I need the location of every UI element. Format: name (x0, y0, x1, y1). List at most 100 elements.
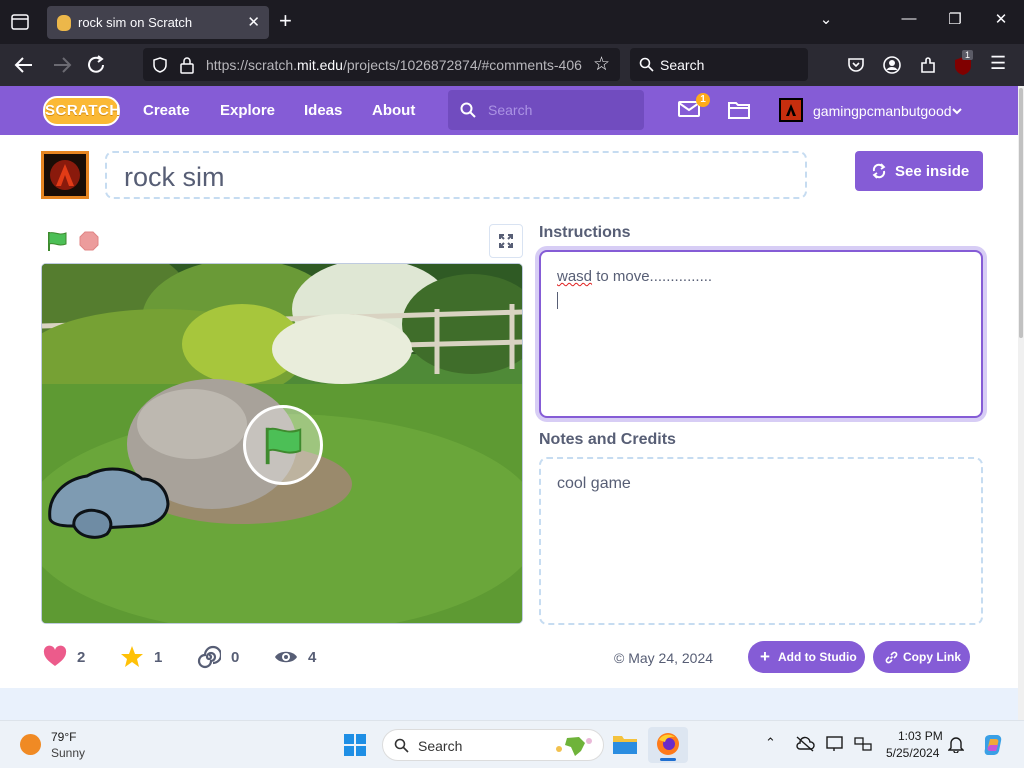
scratch-logo[interactable]: SCRATCH (43, 96, 120, 126)
extensions-icon[interactable] (918, 55, 938, 75)
star-icon (121, 646, 143, 667)
scrollbar-thumb[interactable] (1019, 88, 1023, 338)
network-icon[interactable] (853, 735, 873, 753)
see-inside-label: See inside (895, 163, 970, 180)
browser-search-placeholder: Search (660, 57, 705, 73)
browser-tab-bar: rock sim on Scratch ✕ + ⌄ — ❐ ✕ (0, 0, 1024, 44)
tab-close-icon[interactable]: ✕ (247, 13, 260, 31)
search-highlight-africa-icon (556, 737, 592, 756)
notification-bell-icon[interactable] (948, 735, 964, 753)
project-title-field[interactable]: rock sim (105, 151, 807, 199)
project-stage[interactable] (41, 263, 523, 624)
tab-overflow-chevron-icon[interactable]: ⌄ (813, 10, 839, 34)
close-window-icon[interactable]: ✕ (988, 10, 1014, 34)
chevron-down-icon[interactable] (951, 106, 963, 116)
sun-weather-icon[interactable] (20, 734, 41, 755)
restore-icon[interactable]: ❐ (942, 10, 968, 34)
clock-date[interactable]: 5/25/2024 (886, 746, 939, 760)
firefox-icon (657, 733, 679, 755)
link-icon (885, 651, 898, 664)
ublock-extension-icon[interactable]: 1 (954, 50, 974, 76)
author-avatar-glyph-icon (50, 160, 80, 190)
favorite-count: 1 (154, 649, 163, 666)
windows-start-icon[interactable] (343, 733, 367, 757)
notes-heading: Notes and Credits (539, 431, 676, 448)
tray-overflow-chevron-icon[interactable]: ⌃ (765, 735, 776, 751)
back-arrow-icon[interactable] (12, 54, 36, 76)
fullscreen-expand-icon (499, 234, 513, 248)
project-date: © May 24, 2024 (614, 650, 714, 666)
pocket-icon[interactable] (846, 55, 866, 75)
nav-ideas[interactable]: Ideas (304, 102, 342, 119)
minimize-icon[interactable]: — (896, 10, 922, 34)
browser-navigation-bar: https://scratch.mit.edu/projects/1026872… (0, 44, 1024, 86)
url-text: https://scratch.mit.edu/projects/1026872… (206, 57, 582, 73)
tab-list-icon[interactable] (8, 10, 32, 34)
copy-link-button[interactable]: Copy Link (873, 641, 970, 673)
stage-green-flag-overlay[interactable] (243, 405, 323, 485)
search-icon (394, 738, 409, 753)
favorite-stat[interactable]: 1 (120, 645, 170, 669)
clock-time[interactable]: 1:03 PM (898, 729, 943, 743)
love-count: 2 (77, 649, 86, 666)
browser-tab-active[interactable]: rock sim on Scratch ✕ (47, 6, 269, 39)
instructions-heading: Instructions (539, 224, 631, 241)
search-icon (639, 57, 654, 72)
firefox-taskbar-button[interactable] (648, 727, 688, 763)
forward-arrow-icon[interactable] (50, 54, 74, 76)
account-icon[interactable] (882, 55, 902, 75)
new-tab-icon[interactable]: + (279, 9, 292, 33)
project-author-avatar[interactable] (41, 151, 89, 199)
active-app-indicator (660, 758, 676, 761)
views-count: 4 (308, 649, 317, 666)
nav-create[interactable]: Create (143, 102, 190, 119)
remix-spiral-icon (197, 645, 221, 669)
instructions-text: wasd to move............... (557, 268, 713, 285)
fullscreen-button[interactable] (489, 224, 523, 258)
weather-condition[interactable]: Sunny (51, 746, 85, 760)
extension-badge: 1 (962, 50, 974, 60)
browser-search-field[interactable]: Search (630, 48, 808, 81)
shield-icon[interactable] (151, 56, 169, 74)
tab-title: rock sim on Scratch (78, 15, 193, 30)
weather-temperature[interactable]: 79°F (51, 730, 76, 744)
add-to-studio-button[interactable]: + Add to Studio (748, 641, 865, 673)
views-stat: 4 (274, 645, 324, 669)
scratch-search-placeholder: Search (488, 102, 533, 118)
taskbar-search[interactable]: Search (382, 729, 604, 761)
notes-text: cool game (557, 475, 631, 492)
scratch-search-input[interactable]: Search (448, 90, 644, 130)
taskbar-search-placeholder: Search (418, 738, 463, 754)
lock-icon[interactable] (179, 56, 195, 74)
hamburger-menu-icon[interactable]: ☰ (990, 53, 1006, 74)
nav-explore[interactable]: Explore (220, 102, 275, 119)
display-icon[interactable] (826, 735, 846, 753)
instructions-textarea[interactable]: wasd to move............... (539, 250, 983, 418)
search-icon (460, 102, 476, 118)
copilot-icon[interactable] (981, 733, 1005, 757)
cloud-offline-icon[interactable] (795, 736, 815, 752)
copy-link-label: Copy Link (903, 650, 962, 664)
heart-icon (43, 645, 67, 666)
messages-count-badge: 1 (696, 93, 710, 107)
see-inside-button[interactable]: See inside (855, 151, 983, 191)
green-flag-icon (265, 427, 302, 465)
nav-about[interactable]: About (372, 102, 415, 119)
reload-icon[interactable] (85, 54, 109, 76)
love-stat[interactable]: 2 (43, 645, 93, 669)
username[interactable]: gamingpcmanbutgood (813, 103, 952, 119)
my-stuff-folder-icon[interactable] (728, 100, 750, 119)
stop-sign-icon[interactable] (79, 231, 99, 251)
notes-textarea[interactable]: cool game (539, 457, 983, 625)
bookmark-star-icon[interactable]: ☆ (593, 53, 610, 76)
remix-stat: 0 (197, 645, 247, 669)
remix-arrows-icon (872, 163, 886, 179)
add-to-studio-label: Add to Studio (778, 650, 857, 664)
user-avatar[interactable] (779, 98, 803, 122)
avatar-glyph-icon (786, 104, 796, 116)
project-title: rock sim (124, 162, 225, 192)
green-flag-icon[interactable] (45, 229, 69, 253)
url-bar[interactable]: https://scratch.mit.edu/projects/1026872… (143, 48, 620, 81)
file-explorer-icon[interactable] (612, 732, 638, 756)
windows-taskbar: 79°F Sunny Search ⌃ 1:03 PM 5/25/2024 (0, 720, 1024, 768)
